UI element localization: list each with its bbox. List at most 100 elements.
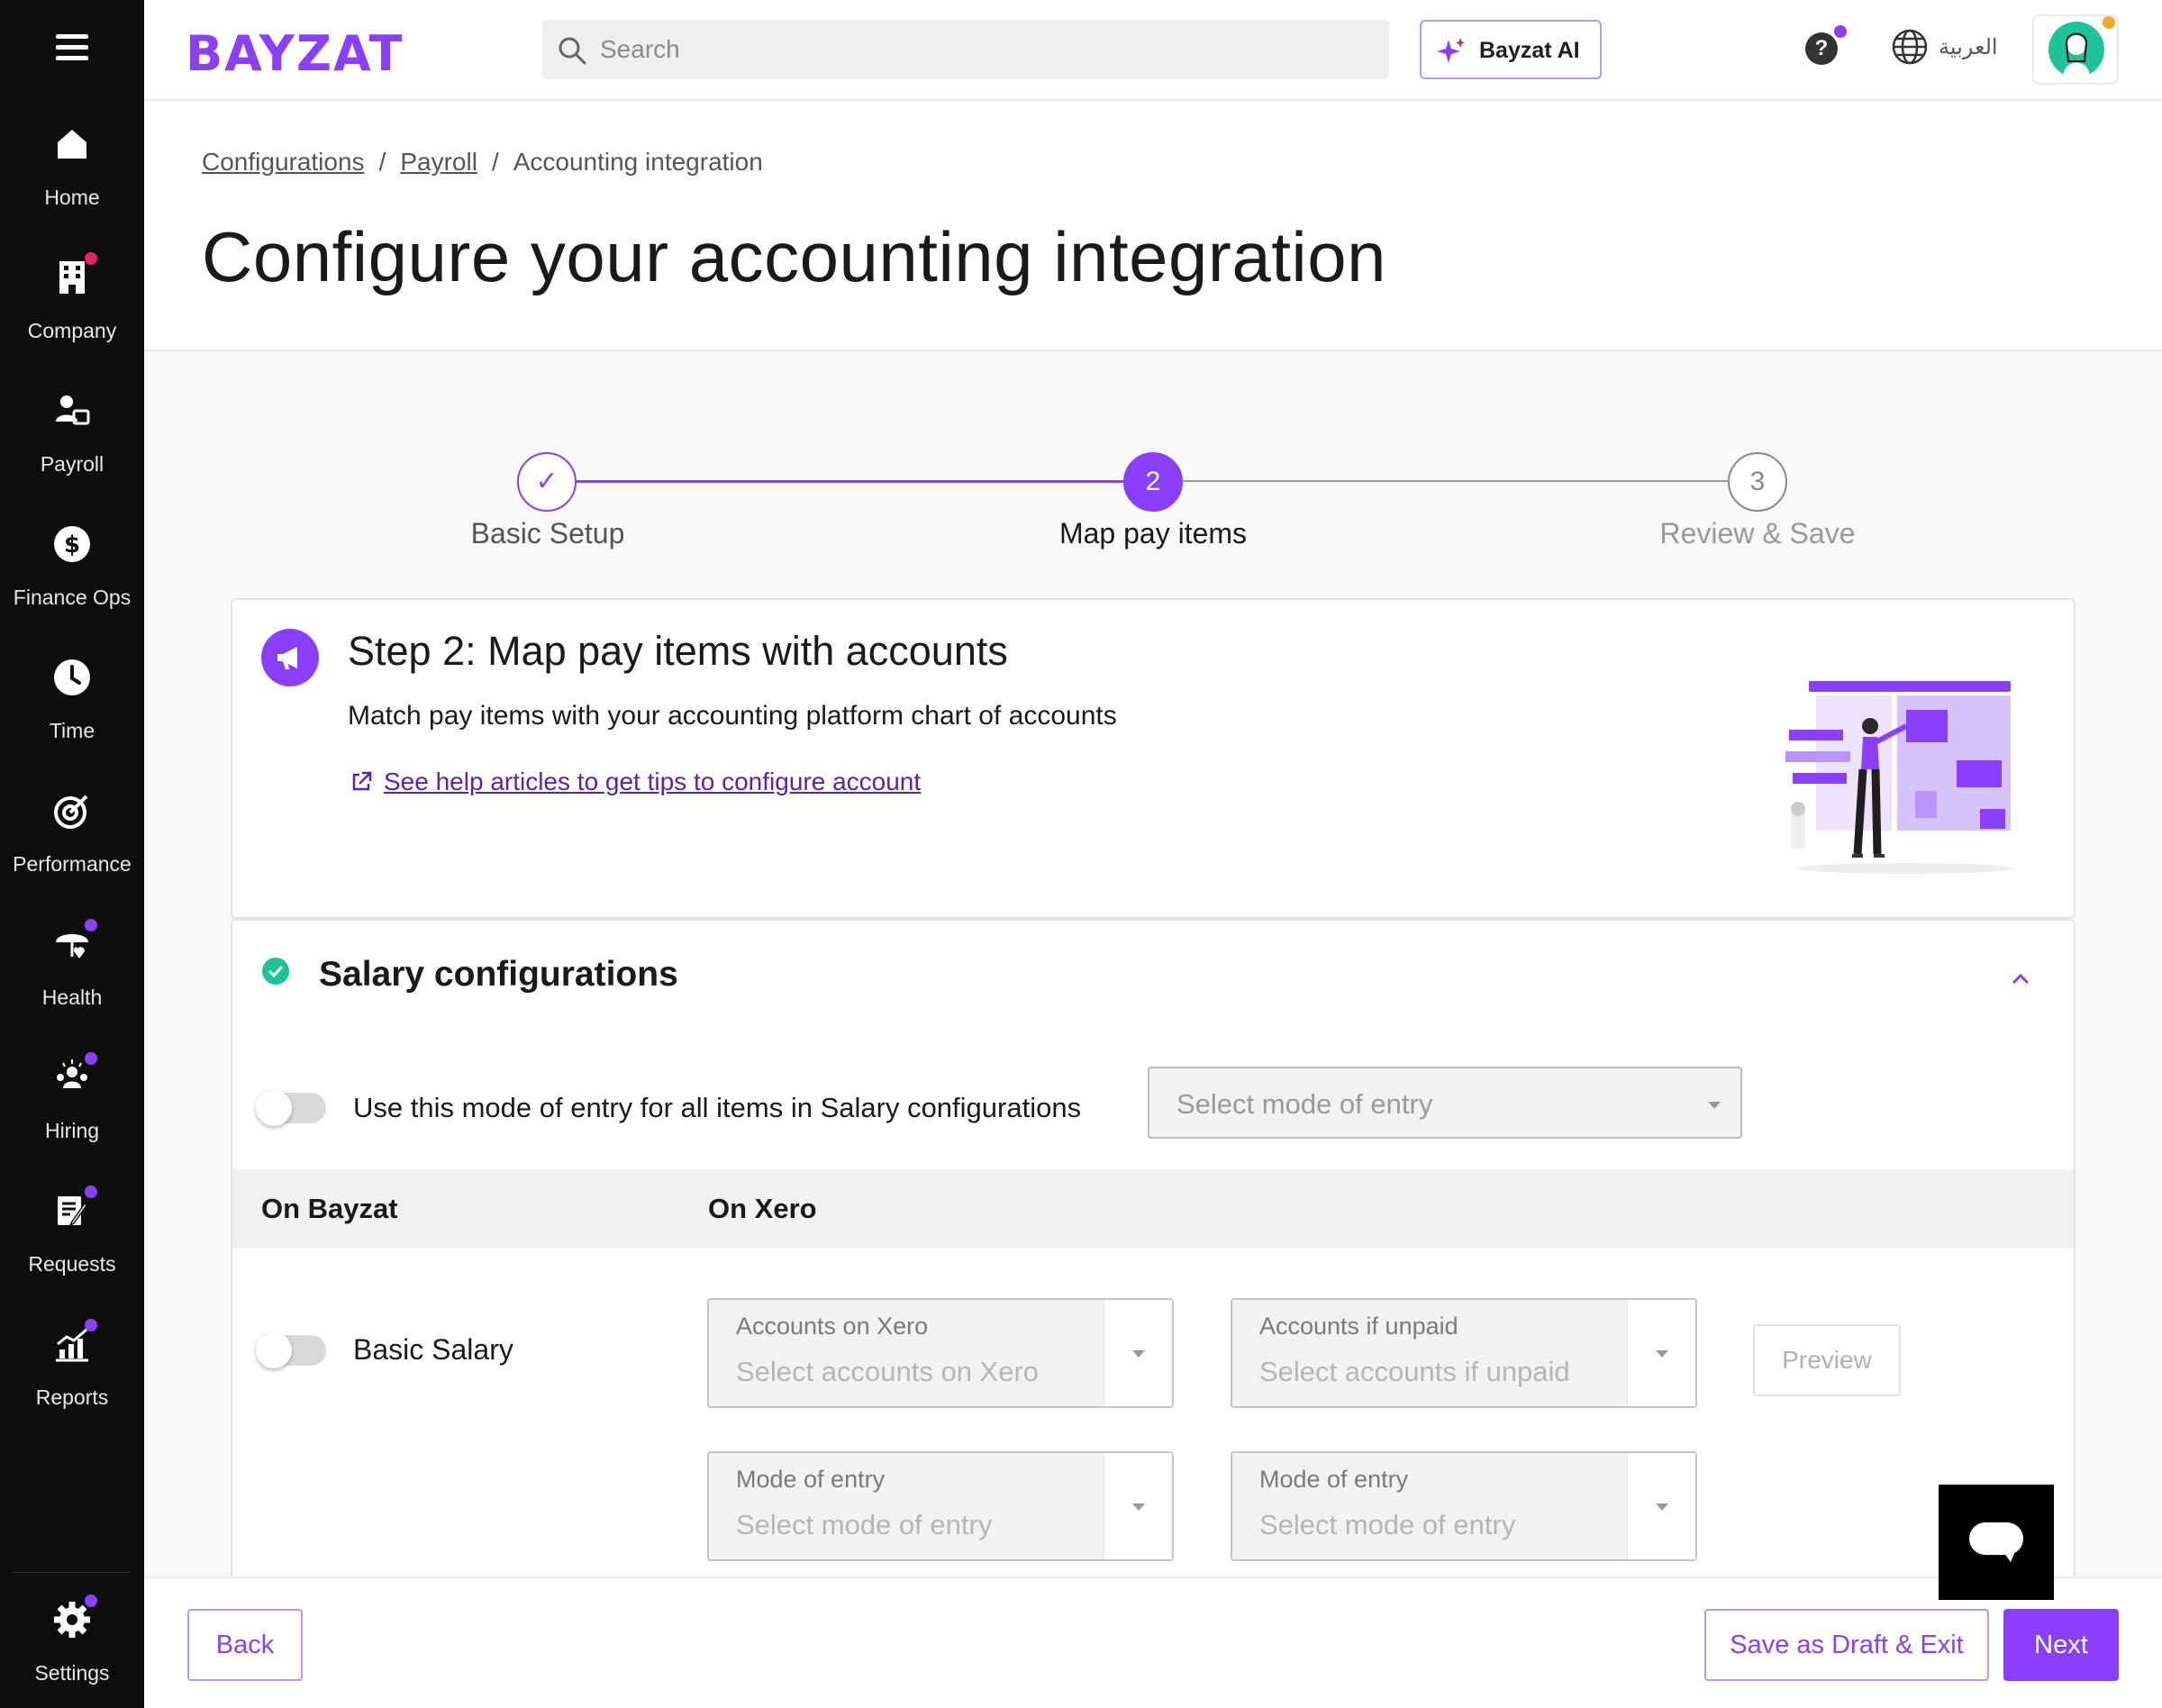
accounts-on-xero-dropdown[interactable]: Accounts on Xero Select accounts on Xero — [707, 1298, 1174, 1408]
top-bar: BAYZAT Bayzat AI ? العربية — [144, 0, 2162, 101]
sidebar-item-label: Home — [44, 186, 100, 209]
megaphone-icon — [261, 629, 319, 686]
breadcrumb: Configurations / Payroll / Accounting integr… — [202, 148, 763, 176]
apply-all-toggle[interactable] — [256, 1090, 326, 1126]
stepper-line-done — [577, 480, 1153, 483]
sparkle-icon — [1437, 38, 1465, 63]
sidebar-item-reports[interactable]: Reports — [0, 1319, 144, 1450]
sidebar-item-label: Requests — [28, 1252, 116, 1276]
step-3-label: Review & Save — [1659, 517, 1856, 550]
footer-bar: Back Save as Draft & Exit Next — [144, 1576, 2162, 1708]
clipboard-icon — [52, 1186, 97, 1231]
sidebar-item-label: Health — [41, 986, 103, 1009]
step-1-label: Basic Setup — [470, 517, 625, 550]
sidebar-item-label: Performance — [13, 852, 132, 876]
notification-dot — [85, 1052, 97, 1065]
step-3-circle[interactable]: 3 — [1728, 452, 1787, 512]
sidebar-item-label: Settings — [34, 1661, 110, 1685]
dollar-icon: $ — [52, 524, 92, 564]
table-header: On Bayzat On Xero — [232, 1169, 2074, 1249]
step-title: Step 2: Map pay items with accounts — [348, 628, 1008, 674]
people-icon — [52, 1052, 97, 1097]
help-icon[interactable]: ? — [1805, 25, 1847, 65]
notification-dot — [85, 1186, 97, 1198]
sidebar-divider — [13, 1572, 130, 1573]
select-mode-all-dropdown[interactable]: Select mode of entry — [1148, 1067, 1742, 1139]
globe-icon[interactable] — [1890, 27, 1930, 67]
umbrella-heart-icon — [52, 919, 97, 964]
accounts-if-unpaid-dropdown[interactable]: Accounts if unpaid Select accounts if un… — [1231, 1298, 1697, 1408]
bayzat-logo[interactable]: BAYZAT — [186, 25, 404, 82]
sidebar-item-label: Time — [49, 719, 95, 742]
mode-of-entry-dropdown-1[interactable]: Mode of entry Select mode of entry — [707, 1451, 1174, 1561]
caret-down-icon — [1656, 1504, 1668, 1511]
gear-icon — [52, 1594, 97, 1640]
sidebar-item-performance[interactable]: Performance — [0, 791, 144, 917]
sidebar-item-requests[interactable]: Requests — [0, 1186, 144, 1317]
sidebar-item-label: Company — [27, 319, 117, 342]
sidebar-item-finance-ops[interactable]: $ Finance Ops — [0, 524, 144, 650]
search-box[interactable] — [542, 20, 1389, 79]
step-1-circle[interactable]: ✓ — [517, 452, 577, 512]
page-title: Configure your accounting integration — [202, 217, 1386, 296]
sidebar-item-label: Finance Ops — [13, 586, 132, 609]
search-icon — [559, 37, 586, 65]
search-input[interactable] — [600, 20, 1375, 79]
preview-button[interactable]: Preview — [1753, 1324, 1901, 1396]
chevron-up-icon[interactable] — [2007, 966, 2034, 993]
svg-text:$: $ — [64, 531, 80, 559]
bayzat-ai-label: Bayzat AI — [1479, 38, 1580, 63]
user-menu[interactable] — [2032, 14, 2119, 85]
step-subtitle: Match pay items with your accounting pla… — [348, 701, 1117, 731]
building-icon — [52, 252, 97, 297]
avatar — [2048, 22, 2104, 77]
stepper-line-pending — [1182, 480, 1733, 482]
payroll-icon — [52, 391, 92, 431]
step-2-circle[interactable]: 2 — [1123, 452, 1183, 512]
notification-dot — [1834, 25, 1847, 38]
target-icon — [52, 791, 92, 831]
external-link-icon — [352, 771, 372, 791]
col-on-xero: On Xero — [708, 1193, 817, 1224]
mode-of-entry-dropdown-2[interactable]: Mode of entry Select mode of entry — [1231, 1451, 1697, 1561]
menu-icon[interactable] — [56, 34, 88, 63]
sidebar-item-health[interactable]: Health — [0, 919, 144, 1050]
sidebar-item-home[interactable]: Home — [0, 124, 144, 250]
sidebar-item-label: Payroll — [40, 452, 104, 476]
back-button[interactable]: Back — [187, 1609, 303, 1681]
chat-widget-button[interactable] — [1939, 1485, 2054, 1600]
check-circle-icon — [262, 958, 289, 985]
sidebar-item-time[interactable]: Time — [0, 658, 144, 784]
sidebar-item-settings[interactable]: Settings — [0, 1594, 144, 1708]
basic-salary-toggle[interactable] — [256, 1332, 326, 1368]
clock-icon — [52, 658, 92, 697]
breadcrumb-payroll[interactable]: Payroll — [400, 148, 477, 176]
sidebar-item-label: Hiring — [44, 1119, 100, 1142]
home-icon — [52, 124, 92, 164]
caret-down-icon — [1708, 1102, 1721, 1109]
help-articles-link[interactable]: See help articles to get tips to configu… — [384, 768, 921, 796]
chart-icon — [52, 1319, 97, 1364]
sidebar-item-company[interactable]: Company — [0, 252, 144, 384]
salary-config-title: Salary configurations — [319, 955, 678, 994]
col-on-bayzat: On Bayzat — [261, 1193, 398, 1224]
sidebar-item-hiring[interactable]: Hiring — [0, 1052, 144, 1184]
caret-down-icon — [1132, 1350, 1145, 1358]
select-mode-placeholder: Select mode of entry — [1176, 1088, 1433, 1120]
notification-dot — [85, 919, 97, 931]
apply-all-label: Use this mode of entry for all items in … — [353, 1092, 1082, 1123]
sidebar-item-payroll[interactable]: Payroll — [0, 391, 144, 517]
basic-salary-label: Basic Salary — [353, 1333, 513, 1366]
bayzat-ai-button[interactable]: Bayzat AI — [1420, 20, 1602, 79]
next-button[interactable]: Next — [2003, 1609, 2119, 1681]
notification-dot — [2103, 16, 2115, 29]
language-switch[interactable]: العربية — [1939, 34, 1998, 60]
caret-down-icon — [1132, 1504, 1145, 1511]
caret-down-icon — [1656, 1350, 1668, 1358]
breadcrumb-current: Accounting integration — [513, 148, 763, 176]
save-draft-button[interactable]: Save as Draft & Exit — [1704, 1609, 1989, 1681]
breadcrumb-configurations[interactable]: Configurations — [202, 148, 365, 176]
configuration-illustration — [1785, 681, 2014, 874]
sidebar: Home Company Payroll $ Finance Ops Time … — [0, 0, 144, 1708]
notification-dot — [85, 1594, 97, 1607]
